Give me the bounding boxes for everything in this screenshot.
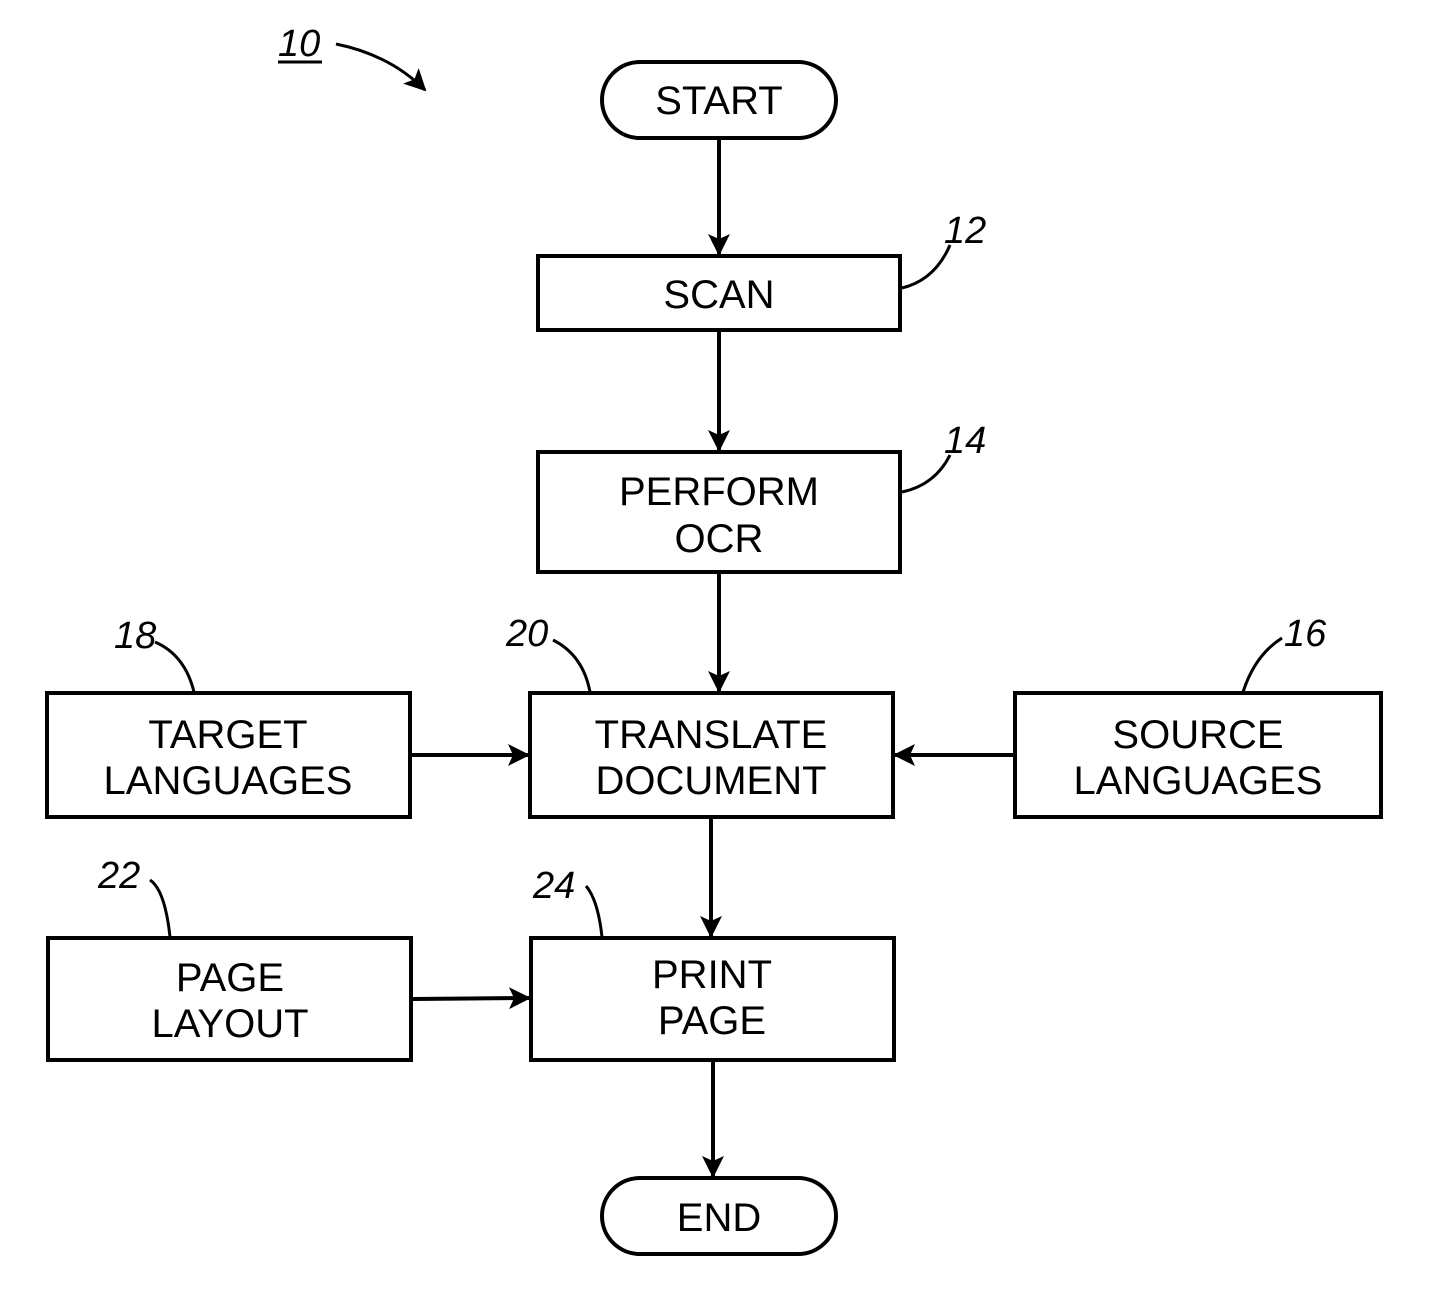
target-languages-line2: LANGUAGES xyxy=(104,759,353,803)
page-layout-box: PAGE LAYOUT 22 xyxy=(46,855,413,1062)
ocr-label-line1: PERFORM xyxy=(619,470,819,514)
flowchart: 10 START SCAN 12 PERFORM OCR 14 TARGET L… xyxy=(45,23,1383,1256)
layout-ref: 22 xyxy=(97,855,140,897)
ocr-box: PERFORM OCR 14 xyxy=(536,420,986,574)
source-leader-line xyxy=(1241,636,1283,693)
scan-label: SCAN xyxy=(663,273,774,317)
translate-document-line2: DOCUMENT xyxy=(595,759,826,803)
layout-leader-line xyxy=(149,878,172,938)
reference-arrow xyxy=(335,42,427,92)
source-languages-box: SOURCE LANGUAGES 16 xyxy=(1013,613,1383,819)
source-languages-line2: LANGUAGES xyxy=(1074,759,1323,803)
arrow-layout-to-print xyxy=(412,987,531,1010)
figure-reference: 10 xyxy=(278,23,427,92)
figure-reference-number: 10 xyxy=(278,23,320,65)
end-label: END xyxy=(677,1196,761,1240)
start-label: START xyxy=(655,79,782,123)
ocr-ref: 14 xyxy=(944,420,986,462)
target-languages-box: TARGET LANGUAGES 18 xyxy=(45,615,412,819)
print-ref: 24 xyxy=(532,865,575,907)
scan-leader-line xyxy=(901,244,952,290)
page-layout-line2: LAYOUT xyxy=(151,1002,308,1046)
target-languages-line1: TARGET xyxy=(148,713,307,757)
translate-document-box: TRANSLATE DOCUMENT 20 xyxy=(505,613,895,819)
print-page-line2: PAGE xyxy=(658,999,766,1043)
translate-document-line1: TRANSLATE xyxy=(595,713,828,757)
translate-ref: 20 xyxy=(505,613,548,655)
page-layout-line1: PAGE xyxy=(176,956,284,1000)
scan-ref: 12 xyxy=(944,210,986,252)
print-page-line1: PRINT xyxy=(652,953,772,997)
target-ref: 18 xyxy=(114,615,156,657)
start-terminal: START xyxy=(600,60,838,140)
target-leader-line xyxy=(154,640,196,693)
print-leader-line xyxy=(584,885,604,938)
source-languages-line1: SOURCE xyxy=(1112,713,1283,757)
end-terminal: END xyxy=(600,1176,838,1256)
translate-leader-line xyxy=(552,638,592,693)
ocr-label-line2: OCR xyxy=(675,517,764,561)
source-ref: 16 xyxy=(1284,613,1327,655)
scan-box: SCAN 12 xyxy=(536,210,986,332)
ocr-leader-line xyxy=(901,454,952,494)
